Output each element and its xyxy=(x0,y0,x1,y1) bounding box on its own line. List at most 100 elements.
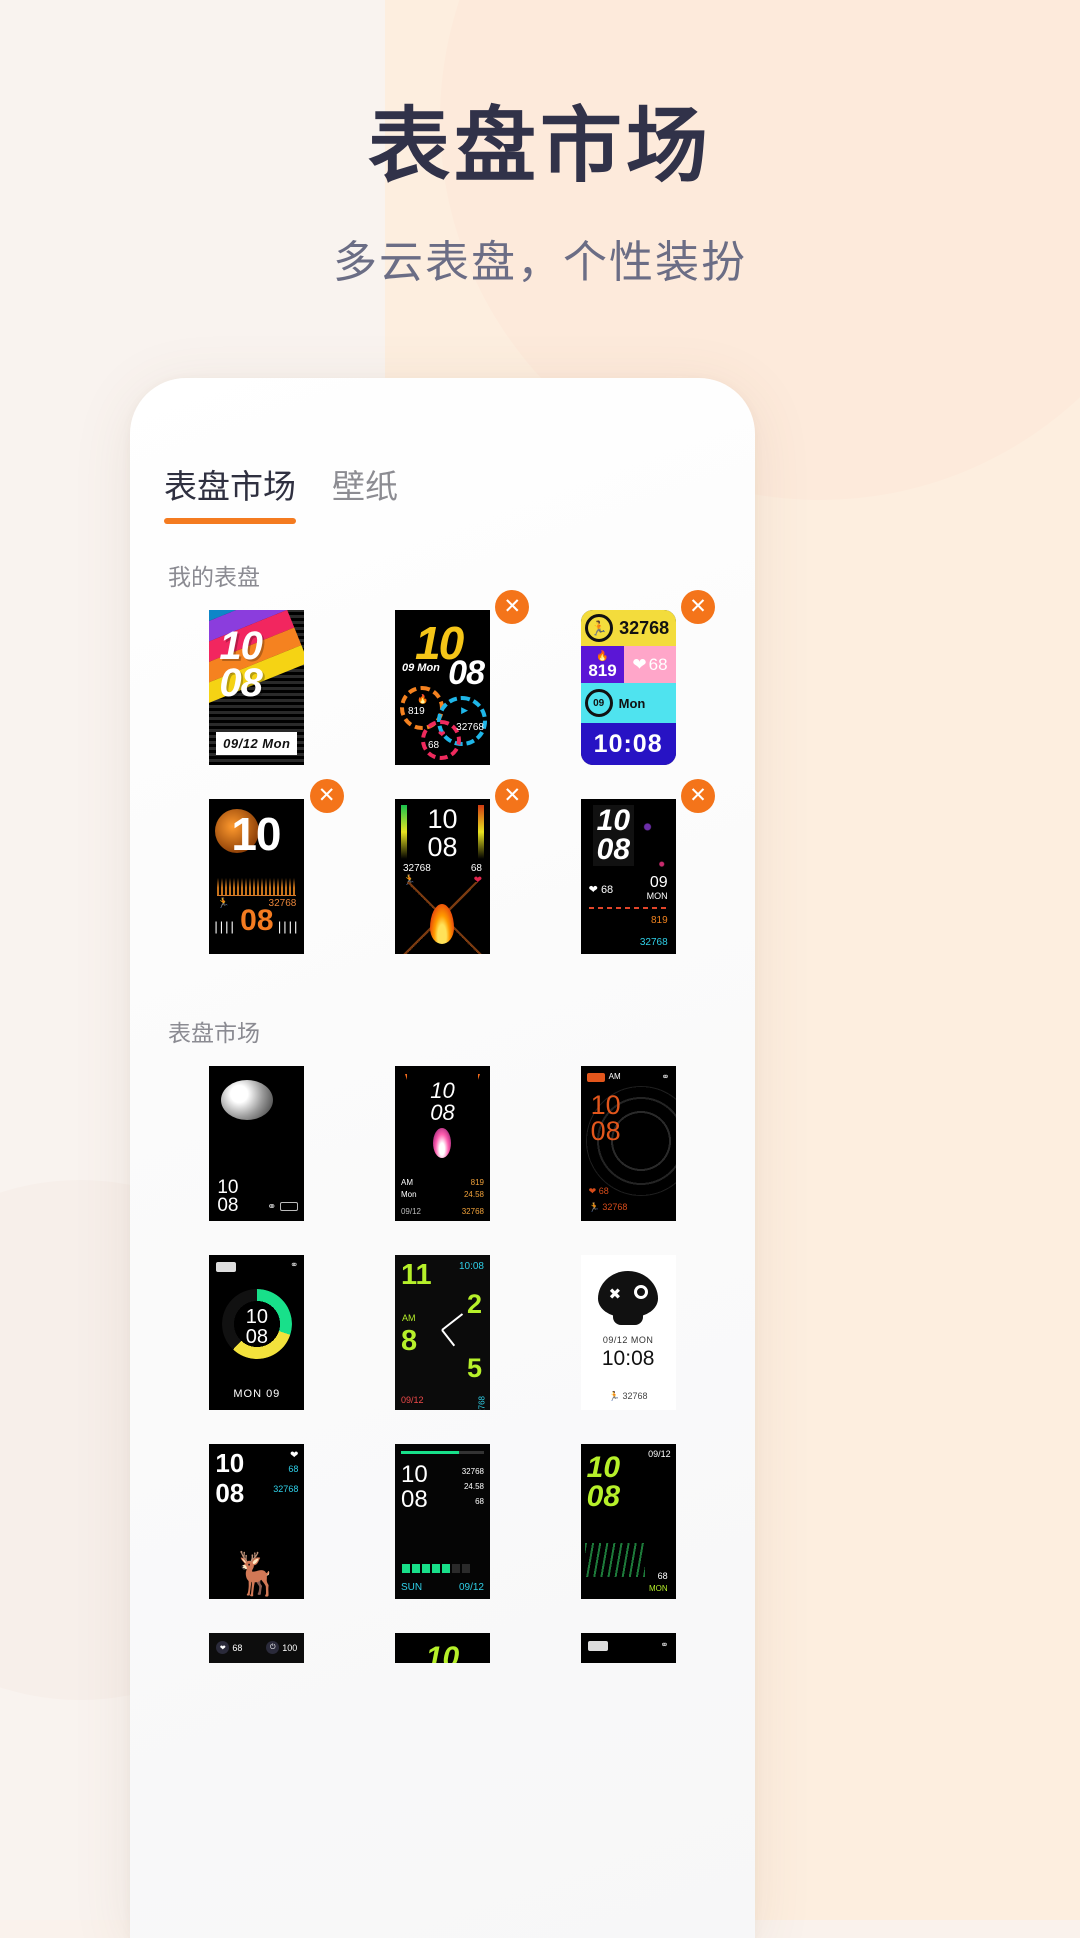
speed-lines xyxy=(584,1543,645,1577)
hour-value: 10 xyxy=(219,624,262,668)
steps-value: 32768 xyxy=(402,863,431,874)
date-display: MON 09 xyxy=(233,1388,281,1400)
watch-face-cell[interactable]: ❤ 68 ⏻ 100 xyxy=(164,1633,350,1663)
watch-face-dark-rings[interactable]: AM ⚭ 10 08 ❤ 68 🏃 32768 xyxy=(580,1066,676,1221)
running-icon: 🏃 xyxy=(588,1202,600,1212)
weekday-value: MON xyxy=(646,890,668,901)
time-display: 10 08 xyxy=(219,624,262,703)
numeral-2: 2 xyxy=(466,1289,482,1319)
watch-face-partial-dark[interactable]: ⚭ xyxy=(580,1633,676,1663)
date-display: 09 MON xyxy=(646,874,668,901)
weekday-value: SUN xyxy=(400,1582,423,1593)
heart-icon: ❤ xyxy=(289,1450,299,1461)
watch-face-orange-sun[interactable]: 10 🏃 32768 |||| 08 |||| xyxy=(209,799,305,954)
watch-face-white-skull[interactable]: ✖ 09/12 MON 10:08 🏃 32768 xyxy=(580,1255,676,1410)
steps-value: 32768 xyxy=(476,1396,486,1410)
tab-watch-market[interactable]: 表盘市场 xyxy=(164,460,296,524)
watch-face-neon-space[interactable]: 10 08 ❤ 68 09 MON 819 32768 xyxy=(580,799,676,954)
time-display: 10 08 xyxy=(592,805,635,866)
steps-value: 32768 xyxy=(602,1202,628,1212)
weekday-value: Mon xyxy=(618,695,646,711)
weekday-value: MON xyxy=(648,1584,668,1593)
watch-face-cell[interactable]: 10 08 ⚭ xyxy=(164,1066,350,1221)
minute-value: 08 xyxy=(245,1326,268,1348)
hour-value: 10 xyxy=(231,808,281,860)
battery-icon xyxy=(216,1262,237,1272)
tab-bar: 表盘市场 壁纸 xyxy=(164,378,721,524)
time-display: 10 08 xyxy=(395,1080,490,1124)
watch-face-rainbow-stripes[interactable]: 10 08 09/12 Mon xyxy=(209,610,305,765)
running-icon: ▶ xyxy=(461,705,468,715)
delete-face-button[interactable]: ✕ xyxy=(495,779,530,813)
flame-icon: 🔥 xyxy=(596,650,609,662)
watch-face-partial-green[interactable]: 10 xyxy=(394,1633,490,1663)
link-icon: ⚭ xyxy=(661,1072,670,1083)
watch-face-cell[interactable]: 10 08 09/12 Mon xyxy=(164,610,350,765)
watch-face-cell[interactable]: 10 08 ❤ 68 09 MON 819 32768 ✕ xyxy=(535,779,721,954)
watch-face-cell[interactable]: 🏃 32768 🔥 819 ❤ 68 09 Mon 10:08 ✕ xyxy=(535,590,721,765)
watch-face-cell[interactable]: 10 08 AM Mon 819 24.58 09/12 32768 xyxy=(350,1066,536,1221)
heart-rate-row: ❤ 68 xyxy=(589,883,614,896)
graph-baseline xyxy=(217,895,297,896)
delete-face-button[interactable]: ✕ xyxy=(681,590,715,624)
watch-face-neon-analog[interactable]: 11 10:08 2 AM 8 5 09/12 32768 xyxy=(394,1255,490,1410)
hour-value: 10 xyxy=(427,804,458,834)
battery-icon xyxy=(586,1073,605,1082)
watch-face-yellow-dials[interactable]: 10 09 Mon 08 🔥 ▶ ❤ 819 32768 68 xyxy=(394,610,490,765)
heart-rate-value: 68 xyxy=(657,1571,668,1581)
distance-value: 24.58 xyxy=(463,1482,484,1492)
minute-value: 08 xyxy=(590,1116,621,1147)
watch-face-cell[interactable]: ⚭ xyxy=(535,1633,721,1663)
day-number: 09 xyxy=(649,874,668,891)
heart-ring xyxy=(420,720,461,760)
time-display: 10 08 xyxy=(586,1451,621,1513)
page-subtitle: 多云表盘，个性装扮 xyxy=(333,238,747,288)
my-faces-grid: 10 08 09/12 Mon 10 09 Mon 08 🔥 ▶ ❤ 819 3… xyxy=(164,590,721,954)
market-faces-grid: 10 08 ⚭ 10 08 AM Mon 819 24.58 09/12 327… xyxy=(164,1066,721,1663)
heart-icon: ❤ xyxy=(437,729,446,739)
watch-face-partial-dual[interactable]: ❤ 68 ⏻ 100 xyxy=(209,1633,305,1663)
heart-rate-value: 68 xyxy=(600,884,614,896)
minute-value: 08 xyxy=(400,1486,428,1514)
watch-face-orange-triangle[interactable]: 10 08 AM Mon 819 24.58 09/12 32768 xyxy=(394,1066,490,1221)
calories-value: 819 xyxy=(470,1178,484,1187)
watch-face-moon-bird[interactable]: 10 08 ⚭ xyxy=(209,1066,305,1221)
watch-face-cell[interactable]: 10 08 32768 24.58 68 SUN 09/12 xyxy=(350,1444,536,1599)
day-label: 09 Mon xyxy=(401,662,440,674)
watch-face-cell[interactable]: ✖ 09/12 MON 10:08 🏃 32768 xyxy=(535,1255,721,1410)
watch-face-cell[interactable]: 10 xyxy=(350,1633,536,1663)
hero-section: 表盘市场 多云表盘，个性装扮 xyxy=(0,0,1080,290)
watch-face-green-speed[interactable]: 09/12 10 08 68 MON xyxy=(580,1444,676,1599)
am-label: AM xyxy=(400,1178,413,1187)
watch-face-cell[interactable]: ⚭ 10 08 MON 09 xyxy=(164,1255,350,1410)
weekday-value: Mon xyxy=(400,1190,417,1199)
steps-value: 32768 xyxy=(461,1207,484,1216)
left-stats: AM Mon xyxy=(401,1177,417,1201)
minute-value: 08 xyxy=(448,654,485,692)
watch-face-cell[interactable]: 09/12 10 08 68 MON xyxy=(535,1444,721,1599)
link-icon: ⚭ xyxy=(267,1201,277,1213)
numeral-11: 11 xyxy=(400,1259,432,1291)
hour-value: 10 xyxy=(586,1451,621,1484)
watch-face-cell[interactable]: 10 09 Mon 08 🔥 ▶ ❤ 819 32768 68 ✕ xyxy=(350,590,536,765)
watch-face-blue-deer[interactable]: 10 08 ❤ 68 32768 🦌 xyxy=(209,1444,305,1599)
watch-face-cell[interactable]: AM ⚭ 10 08 ❤ 68 🏃 32768 xyxy=(535,1066,721,1221)
tab-wallpaper[interactable]: 壁纸 xyxy=(332,460,398,524)
watch-face-cell[interactable]: 11 10:08 2 AM 8 5 09/12 32768 xyxy=(350,1255,536,1410)
top-progress-bar xyxy=(400,1451,484,1454)
watch-face-green-yellow-arc[interactable]: ⚭ 10 08 MON 09 xyxy=(209,1255,305,1410)
delete-face-button[interactable]: ✕ xyxy=(309,779,344,813)
numeral-5: 5 xyxy=(466,1353,482,1383)
delete-face-button[interactable]: ✕ xyxy=(495,590,530,624)
am-label: AM xyxy=(401,1313,416,1323)
watch-face-teal-bars[interactable]: 10 08 32768 24.58 68 SUN 09/12 xyxy=(394,1444,490,1599)
watch-face-cell[interactable]: 10 🏃 32768 |||| 08 |||| ✕ xyxy=(164,779,350,954)
watch-face-cell[interactable]: 10 08 ❤ 68 32768 🦌 xyxy=(164,1444,350,1599)
minute-value: 08 xyxy=(586,1479,621,1513)
watch-face-cell[interactable]: 10 08 32768 68 🏃 ❤ ✕ xyxy=(350,779,536,954)
watch-face-color-blocks[interactable]: 🏃 32768 🔥 819 ❤ 68 09 Mon 10:08 xyxy=(580,610,676,765)
delete-face-button[interactable]: ✕ xyxy=(681,779,715,813)
calories-value: 819 xyxy=(650,915,668,926)
watch-face-campfire[interactable]: 10 08 32768 68 🏃 ❤ xyxy=(394,799,490,954)
flame-graphic xyxy=(430,904,455,944)
